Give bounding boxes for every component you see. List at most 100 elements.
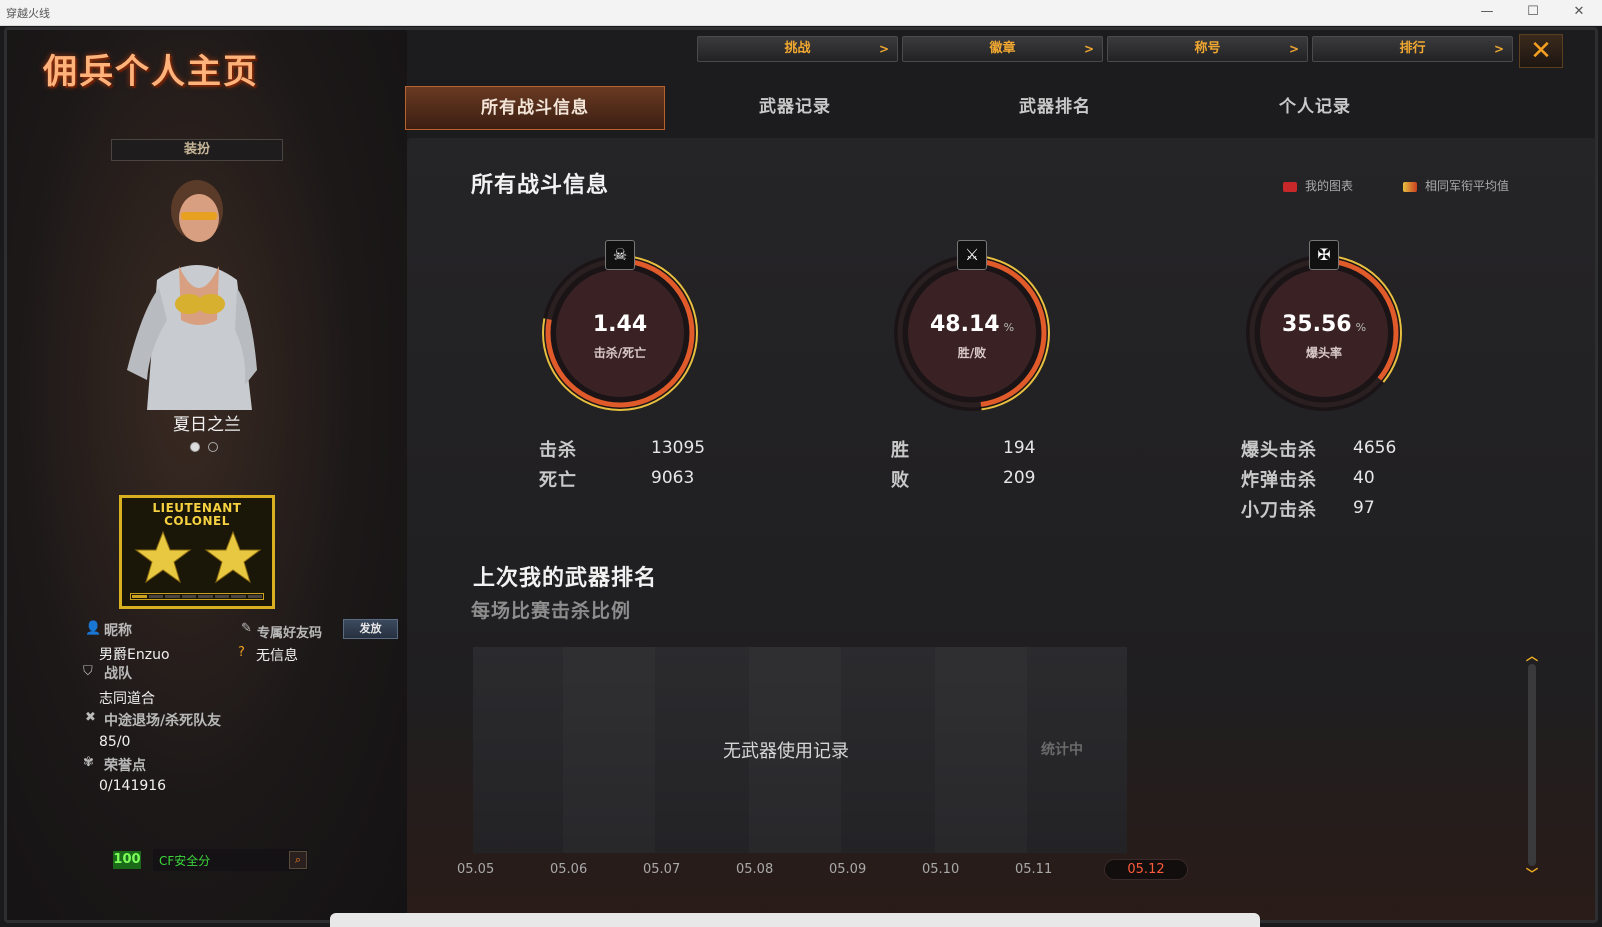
topnav-title[interactable]: 称号 > <box>1107 36 1308 62</box>
carousel-dot[interactable] <box>208 442 218 452</box>
kd-value: 1.44 <box>535 312 705 337</box>
carousel-dot[interactable] <box>190 442 200 452</box>
tab-all-battle-info[interactable]: 所有战斗信息 <box>405 86 665 130</box>
top-nav: 挑战 > 徽章 > 称号 > 排行 > <box>697 36 1513 62</box>
topnav-label: 徽章 <box>989 41 1016 56</box>
crossed-swords-icon: ⚔ <box>957 240 987 270</box>
deaths-label: 死亡 <box>539 470 577 491</box>
wins-value: 194 <box>1003 438 1036 458</box>
send-button[interactable]: 发放 <box>343 619 398 639</box>
honor-value: 0/141916 <box>99 778 167 794</box>
safety-score: 100 <box>113 851 141 869</box>
date-item[interactable]: 05.09 <box>825 862 918 880</box>
win-rate-value: 48.14% <box>887 312 1057 337</box>
friend-code-label: 专属好友码 <box>257 626 323 641</box>
win-rate-label: 胜/败 <box>957 346 987 360</box>
legend-label: 相同军衔平均值 <box>1425 179 1510 193</box>
date-item[interactable]: 05.11 <box>1011 862 1104 880</box>
chevron-right-icon: > <box>1493 42 1504 56</box>
sidebar-background <box>7 30 407 920</box>
date-item-active[interactable]: 05.12 <box>1104 859 1188 880</box>
wins-label: 胜 <box>891 440 910 461</box>
date-axis: 05.05 05.06 05.07 05.08 05.09 05.10 05.1… <box>453 859 1188 880</box>
crossed-rifles-icon: ✠ <box>1309 240 1339 270</box>
headshot-kills-value: 4656 <box>1353 438 1397 458</box>
scroll-track[interactable] <box>1528 664 1536 866</box>
no-record-message: 无武器使用记录 <box>723 741 849 762</box>
os-titlebar: 穿越火线 — ☐ ✕ <box>0 0 1602 26</box>
window-title: 穿越火线 <box>6 7 50 20</box>
chevron-right-icon: > <box>878 42 889 56</box>
bomb-kills-value: 40 <box>1353 468 1375 488</box>
honor-icon: ✾ <box>83 755 94 770</box>
win-rate-number: 48.14 <box>929 312 1000 337</box>
chart-column <box>563 647 655 853</box>
stat-calc-label: 统计中 <box>1041 742 1083 758</box>
quit-label: 中途退场/杀死队友 <box>104 713 222 729</box>
headshot-unit: % <box>1355 321 1367 334</box>
tab-bar: 所有战斗信息 武器记录 武器排名 个人记录 <box>405 86 1445 130</box>
friend-code-value: 无信息 <box>256 648 298 664</box>
star-icon <box>204 530 262 584</box>
minimize-button[interactable]: — <box>1464 0 1510 26</box>
kd-number: 1.44 <box>592 312 648 337</box>
search-icon[interactable]: ⌕ <box>289 851 307 869</box>
date-item[interactable]: 05.05 <box>453 862 546 880</box>
weapon-chart-area: 无武器使用记录 统计中 <box>473 647 1127 853</box>
nickname-label: 昵称 <box>104 623 132 639</box>
window-close-button[interactable]: ✕ <box>1556 0 1602 26</box>
kd-gauge: ☠ 1.44 击杀/死亡 <box>535 240 705 418</box>
close-button[interactable]: ✕ <box>1519 34 1563 68</box>
deaths-value: 9063 <box>651 468 695 488</box>
date-item[interactable]: 05.07 <box>639 862 732 880</box>
topnav-ranking[interactable]: 排行 > <box>1312 36 1513 62</box>
quit-value: 85/0 <box>99 734 131 750</box>
legend-swatch <box>1283 181 1297 192</box>
maximize-button[interactable]: ☐ <box>1510 0 1556 26</box>
kills-value: 13095 <box>651 438 706 458</box>
page-title: 佣兵个人主页 <box>43 52 259 92</box>
headshot-value: 35.56% <box>1239 312 1409 337</box>
skull-crossbones-icon: ☠ <box>605 240 635 270</box>
legend-swatch <box>1403 181 1417 192</box>
scrollbar[interactable]: ︿ ﹀ <box>1525 650 1539 880</box>
tag-icon: ✎ <box>241 621 252 636</box>
rank-badge: LIEUTENANT COLONEL <box>119 495 275 609</box>
headshot-number: 35.56 <box>1281 312 1352 337</box>
character-name: 夏日之兰 <box>173 415 241 435</box>
date-item[interactable]: 05.08 <box>732 862 825 880</box>
legend-rank-average: 相同军衔平均值 <box>1403 177 1509 194</box>
topnav-badge[interactable]: 徽章 > <box>902 36 1103 62</box>
star-icon <box>134 530 192 584</box>
chevron-right-icon: > <box>1288 42 1299 56</box>
chevron-right-icon: > <box>1083 42 1094 56</box>
safety-label: CF安全分 <box>159 854 211 868</box>
kd-label: 击杀/死亡 <box>593 346 647 360</box>
date-item[interactable]: 05.10 <box>918 862 1011 880</box>
tab-weapon-ranking[interactable]: 武器排名 <box>925 86 1185 130</box>
losses-label: 败 <box>891 470 910 491</box>
rank-progress-bar <box>130 593 264 600</box>
team-label: 战队 <box>104 666 132 682</box>
legend-label: 我的图表 <box>1305 179 1354 193</box>
rank-text: LIEUTENANT COLONEL <box>122 502 272 528</box>
kills-label: 击杀 <box>539 440 577 461</box>
runner-icon: ✖ <box>85 710 96 725</box>
scroll-up-icon[interactable]: ︿ <box>1525 650 1539 662</box>
tab-weapon-records[interactable]: 武器记录 <box>665 86 925 130</box>
topnav-label: 挑战 <box>784 41 811 56</box>
knife-kills-value: 97 <box>1353 498 1375 518</box>
section-title: 所有战斗信息 <box>471 173 610 198</box>
honor-label: 荣誉点 <box>104 758 146 774</box>
carousel-dots <box>190 442 218 452</box>
tab-personal-records[interactable]: 个人记录 <box>1185 86 1445 130</box>
dress-up-button[interactable]: 装扮 <box>111 139 283 161</box>
legend-my-chart: 我的图表 <box>1283 177 1353 194</box>
chart-column <box>935 647 1027 853</box>
user-icon: 👤 <box>85 621 102 636</box>
topnav-challenge[interactable]: 挑战 > <box>697 36 898 62</box>
scroll-down-icon[interactable]: ﹀ <box>1525 868 1539 880</box>
headshot-label: 爆头率 <box>1305 346 1342 360</box>
headshot-gauge: ✠ 35.56% 爆头率 <box>1239 240 1409 418</box>
date-item[interactable]: 05.06 <box>546 862 639 880</box>
